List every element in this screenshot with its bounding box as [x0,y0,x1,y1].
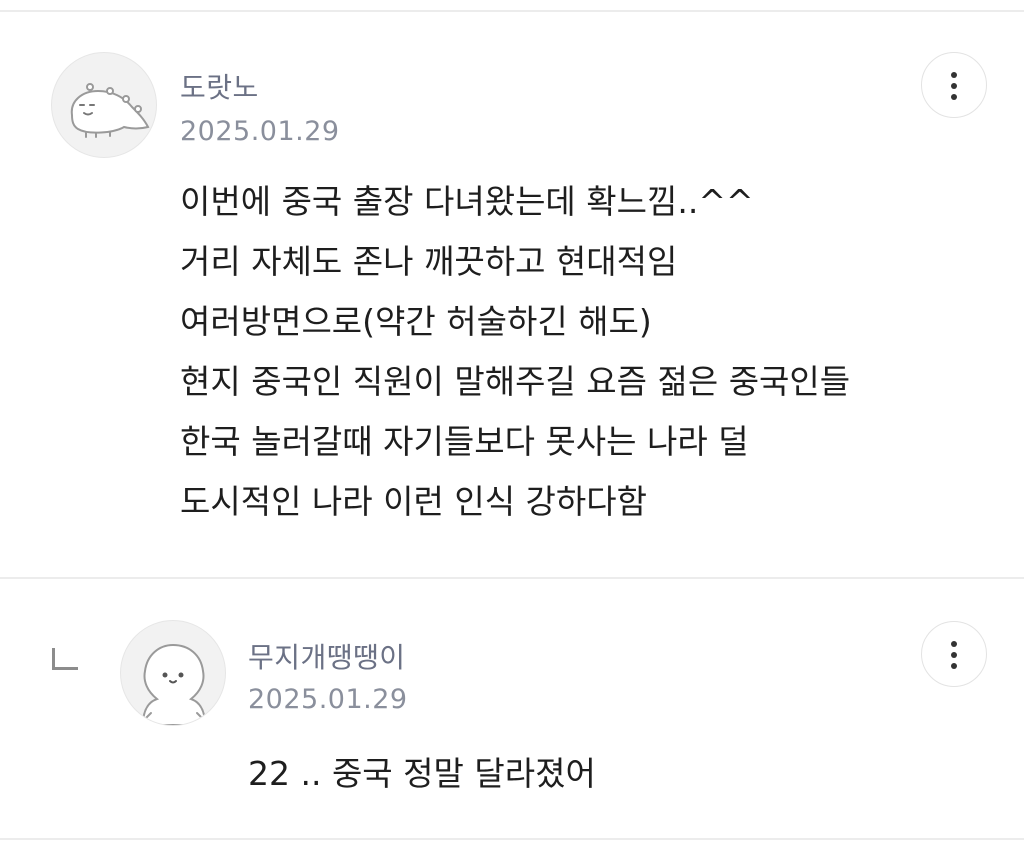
reply-body: 22 .. 중국 정말 달라졌어 [248,744,596,804]
blob-character-avatar-icon[interactable] [120,620,226,726]
dinosaur-avatar-icon[interactable] [51,52,157,158]
comment-line: 여러방면으로(약간 허술하긴 해도) [180,302,652,341]
comment-thread: 도랏노 2025.01.29 이번에 중국 출장 다녀왔는데 확느낌..^^ 거… [0,0,1024,855]
reply-arrow-icon [52,648,78,670]
more-vertical-icon[interactable] [921,52,987,118]
comment-item: 도랏노 2025.01.29 이번에 중국 출장 다녀왔는데 확느낌..^^ 거… [0,0,1024,578]
username[interactable]: 도랏노 [180,66,259,106]
comment-line: 현지 중국인 직원이 말해주길 요즘 젊은 중국인들 [180,362,851,401]
reply-date: 2025.01.29 [248,684,408,715]
comment-body: 이번에 중국 출장 다녀왔는데 확느낌..^^ 거리 자체도 존나 깨끗하고 현… [180,172,850,532]
comment-date: 2025.01.29 [180,116,340,147]
comment-line: 도시적인 나라 이런 인식 강하다함 [180,482,647,521]
comment-line: 이번에 중국 출장 다녀왔는데 확느낌..^^ [180,182,754,221]
reply-text: 22 .. 중국 정말 달라졌어 [248,754,596,793]
username[interactable]: 무지개땡땡이 [248,636,406,676]
bottom-divider [0,838,1024,840]
more-vertical-icon[interactable] [921,621,987,687]
comment-line: 거리 자체도 존나 깨끗하고 현대적임 [180,242,678,281]
comment-line: 한국 놀러갈때 자기들보다 못사는 나라 덜 [180,422,749,461]
